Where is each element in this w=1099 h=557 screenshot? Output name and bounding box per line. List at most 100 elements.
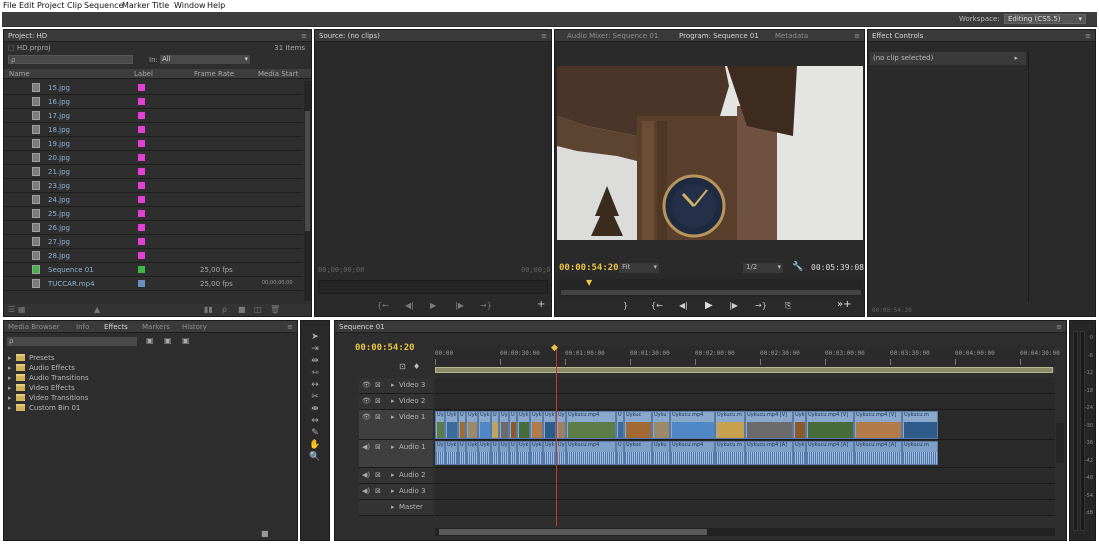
- lock-toggle-icon[interactable]: ⊠: [375, 471, 381, 479]
- step-forward-icon[interactable]: |▶: [455, 301, 464, 310]
- play-icon[interactable]: ▶: [705, 300, 713, 311]
- list-item[interactable]: 26.jpg: [4, 221, 303, 235]
- expand-arrow-icon[interactable]: ▸: [8, 384, 12, 392]
- video-clip[interactable]: U: [509, 411, 517, 439]
- lock-toggle-icon[interactable]: ⊠: [375, 487, 381, 495]
- slide-tool-icon[interactable]: ⇔: [301, 415, 329, 427]
- track-header[interactable]: ◀) ⊠ ▸ Audio 1: [359, 440, 433, 468]
- panel-menu-icon[interactable]: ≡: [1056, 323, 1062, 331]
- audio-clip[interactable]: Uykucu.mp4: [670, 441, 715, 465]
- audio-clip[interactable]: Uykucu.mp4 [A]: [806, 441, 854, 465]
- go-to-out-icon[interactable]: →}: [755, 301, 767, 310]
- program-scrubber[interactable]: ▼: [559, 278, 863, 297]
- effects-search-input[interactable]: ρ: [7, 337, 137, 346]
- slip-tool-icon[interactable]: ⇼: [301, 403, 329, 415]
- col-media-start[interactable]: Media Start: [258, 70, 298, 78]
- eye-icon[interactable]: 👁: [362, 381, 371, 389]
- effects-folder[interactable]: ▸ Custom Bin 01: [4, 403, 294, 413]
- audio-clip[interactable]: Uyk: [543, 441, 556, 465]
- ripple-edit-tool-icon[interactable]: ⇹: [301, 355, 329, 367]
- effects-folder[interactable]: ▸ Video Transitions: [4, 393, 294, 403]
- rate-stretch-tool-icon[interactable]: ↔: [301, 379, 329, 391]
- audio-clip[interactable]: Uykucu.mp4 [A]: [745, 441, 793, 465]
- panel-menu-icon[interactable]: ≡: [287, 323, 293, 331]
- col-frame-rate[interactable]: Frame Rate: [194, 70, 234, 78]
- menu-help[interactable]: Help: [207, 1, 225, 10]
- track-header[interactable]: ◀) ⊠ ▸ Audio 2: [359, 468, 433, 484]
- expand-track-icon[interactable]: ▸: [391, 471, 395, 479]
- list-item[interactable]: 21.jpg: [4, 165, 303, 179]
- list-item[interactable]: 28.jpg: [4, 249, 303, 263]
- new-item-icon[interactable]: ◫: [254, 305, 262, 314]
- track-lane[interactable]: [435, 394, 1055, 410]
- video-clip[interactable]: Uyk: [793, 411, 806, 439]
- expand-track-icon[interactable]: ▸: [391, 443, 395, 451]
- track-select-tool-icon[interactable]: ⇥: [301, 343, 329, 355]
- razor-tool-icon[interactable]: ✂: [301, 391, 329, 403]
- project-search-input[interactable]: ρ: [8, 55, 133, 64]
- track-lane[interactable]: UykUykUUykUykUUyUUykUykUykUyUykucu.mp4UU…: [435, 410, 1055, 440]
- audio-clip[interactable]: Uyk: [445, 441, 458, 465]
- track-lane[interactable]: [435, 500, 1055, 516]
- step-back-icon[interactable]: ◀|: [405, 301, 414, 310]
- video-clip[interactable]: Uyk: [478, 411, 491, 439]
- audio-clip[interactable]: Uy: [499, 441, 509, 465]
- playhead-line[interactable]: [556, 346, 557, 526]
- panel-menu-icon[interactable]: ≡: [301, 32, 307, 40]
- tab-metadata[interactable]: Metadata: [775, 32, 808, 40]
- expand-arrow-icon[interactable]: ▸: [8, 374, 12, 382]
- audio-clip[interactable]: Uyku: [652, 441, 670, 465]
- video-clip[interactable]: Uyku: [652, 411, 670, 439]
- expand-arrow-icon[interactable]: ▸: [8, 394, 12, 402]
- audio-clip[interactable]: U: [458, 441, 466, 465]
- eye-icon[interactable]: 👁: [362, 413, 371, 421]
- lock-toggle-icon[interactable]: ⊠: [375, 413, 381, 421]
- timeline-scrollbar[interactable]: [435, 528, 1055, 536]
- menu-sequence[interactable]: Sequence: [84, 1, 123, 10]
- list-item[interactable]: 17.jpg: [4, 109, 303, 123]
- track-header[interactable]: ▸ Master: [359, 500, 433, 516]
- lock-toggle-icon[interactable]: ⊠: [375, 381, 381, 389]
- list-item[interactable]: Sequence 01 25,00 fps: [4, 263, 303, 277]
- tab-effects[interactable]: Effects: [104, 323, 128, 331]
- menu-file[interactable]: File: [3, 1, 16, 10]
- list-view-icon[interactable]: ☰: [8, 305, 15, 314]
- resolution-select[interactable]: 1/2 ▾: [743, 263, 783, 273]
- effects-folder[interactable]: ▸ Presets: [4, 353, 294, 363]
- tab-source[interactable]: Source: (no clips): [319, 32, 380, 40]
- play-icon[interactable]: ▶: [430, 301, 436, 310]
- effects-folder[interactable]: ▸ Video Effects: [4, 383, 294, 393]
- tab-history[interactable]: History: [182, 323, 207, 331]
- accelerated-effects-icon[interactable]: ▣: [146, 336, 154, 345]
- audio-clip[interactable]: U: [616, 441, 624, 465]
- yuv-effects-icon[interactable]: ▣: [182, 336, 190, 345]
- effects-folder[interactable]: ▸ Audio Effects: [4, 363, 294, 373]
- video-clip[interactable]: U: [616, 411, 624, 439]
- list-item[interactable]: 23.jpg: [4, 179, 303, 193]
- go-to-in-icon[interactable]: {←: [651, 301, 663, 310]
- playhead-marker[interactable]: ▼: [586, 278, 592, 287]
- new-bin-icon[interactable]: ■: [238, 305, 246, 314]
- automate-icon[interactable]: ▮▮: [204, 305, 213, 314]
- rolling-edit-tool-icon[interactable]: ⇿: [301, 367, 329, 379]
- new-bin-icon[interactable]: ■: [261, 529, 269, 538]
- list-item[interactable]: 16.jpg: [4, 95, 303, 109]
- video-clip[interactable]: Uy: [556, 411, 566, 439]
- pen-tool-icon[interactable]: ✎: [301, 427, 329, 439]
- lock-toggle-icon[interactable]: ⊠: [375, 397, 381, 405]
- expand-track-icon[interactable]: ▸: [391, 381, 395, 389]
- list-item[interactable]: TUCCAR.mp4 25,00 fps 00;00;00;00: [4, 277, 303, 291]
- track-lane[interactable]: UykUykUUykUykUUyUUykUykUykUyUykucu.mp4UU…: [435, 440, 1055, 468]
- video-clip[interactable]: Uykucu.mp4 [V]: [745, 411, 793, 439]
- video-clip[interactable]: Uykuc: [624, 411, 652, 439]
- audio-clip[interactable]: Uykuc: [624, 441, 652, 465]
- audio-clip[interactable]: Uykucu.m: [902, 441, 938, 465]
- find-icon[interactable]: ρ: [222, 305, 227, 314]
- audio-clip[interactable]: Uyk: [466, 441, 478, 465]
- timeline-vscroll[interactable]: [1056, 423, 1064, 463]
- zoom-tool-icon[interactable]: 🔍: [301, 451, 329, 463]
- track-header[interactable]: 👁 ⊠ ▸ Video 1: [359, 410, 433, 440]
- tab-media-browser[interactable]: Media Browser: [8, 323, 60, 331]
- step-forward-icon[interactable]: |▶: [729, 301, 738, 310]
- audio-clip[interactable]: Uyk: [478, 441, 491, 465]
